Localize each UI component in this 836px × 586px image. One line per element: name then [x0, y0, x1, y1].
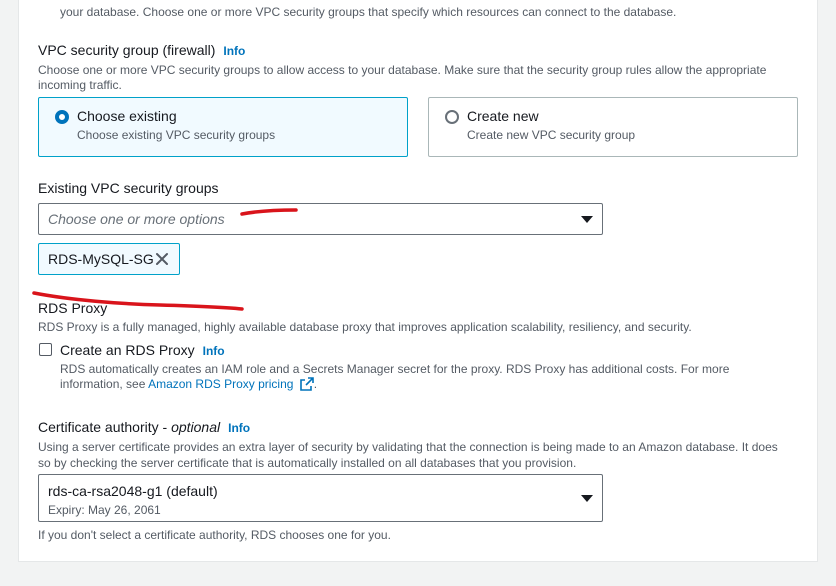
create-rds-proxy-checkbox[interactable] [39, 343, 52, 356]
create-new-tile[interactable]: Create new Create new VPC security group [428, 97, 798, 157]
vpc-security-group-label: VPC security group (firewall) Info [38, 42, 245, 58]
create-rds-proxy-label-row: Create an RDS Proxy Info [60, 342, 225, 358]
create-new-title: Create new [467, 108, 539, 124]
choose-existing-title: Choose existing [77, 108, 177, 124]
choose-existing-subtitle: Choose existing VPC security groups [77, 128, 276, 142]
rds-proxy-pricing-link[interactable]: Amazon RDS Proxy pricing [148, 377, 293, 391]
existing-sg-multiselect[interactable]: Choose one or more options [38, 203, 603, 235]
certificate-authority-optional: optional [171, 419, 221, 435]
rds-proxy-heading: RDS Proxy [38, 300, 108, 316]
close-icon[interactable] [155, 252, 169, 266]
certificate-footer-hint: If you don't select a certificate author… [38, 528, 391, 542]
rds-proxy-description: RDS Proxy is a fully managed, highly ava… [38, 320, 692, 334]
certificate-authority-select[interactable]: rds-ca-rsa2048-g1 (default) Expiry: May … [38, 474, 603, 522]
vpc-security-group-title: VPC security group (firewall) [38, 42, 216, 58]
rds-proxy-help-line2: information, see Amazon RDS Proxy pricin… [60, 376, 317, 392]
security-group-token-label: RDS-MySQL-SG [48, 251, 154, 267]
certificate-selected-value: rds-ca-rsa2048-g1 (default) [48, 483, 218, 499]
choose-existing-tile[interactable]: Choose existing Choose existing VPC secu… [38, 97, 408, 157]
vpc-sg-description-line1: Choose one or more VPC security groups t… [38, 63, 767, 77]
connectivity-description: your database. Choose one or more VPC se… [60, 5, 677, 19]
rds-proxy-help-suffix: . [313, 377, 318, 391]
chevron-down-icon [581, 216, 593, 223]
rds-proxy-help-line1: RDS automatically creates an IAM role an… [60, 362, 730, 376]
create-new-radio[interactable] [445, 110, 459, 124]
certificate-expiry: Expiry: May 26, 2061 [48, 503, 161, 517]
rds-proxy-info-link[interactable]: Info [203, 344, 225, 358]
choose-existing-radio[interactable] [55, 110, 69, 124]
existing-sg-label: Existing VPC security groups [38, 180, 219, 196]
external-link-icon[interactable] [299, 377, 314, 391]
vpc-sg-info-link[interactable]: Info [223, 44, 245, 58]
certificate-description-line1: Using a server certificate provides an e… [38, 440, 778, 454]
certificate-info-link[interactable]: Info [228, 421, 250, 435]
security-group-token: RDS-MySQL-SG [38, 243, 180, 275]
create-new-subtitle: Create new VPC security group [467, 128, 636, 142]
vpc-sg-description-line2: incoming traffic. [38, 78, 122, 92]
existing-sg-placeholder: Choose one or more options [48, 211, 225, 227]
certificate-description-line2: so by checking the server certificate th… [38, 456, 577, 470]
create-rds-proxy-label[interactable]: Create an RDS Proxy [60, 342, 195, 358]
certificate-authority-title: Certificate authority - [38, 419, 172, 435]
chevron-down-icon [581, 495, 593, 502]
rds-proxy-help-prefix: information, see [60, 377, 149, 391]
certificate-authority-label: Certificate authority - optional Info [38, 419, 250, 435]
